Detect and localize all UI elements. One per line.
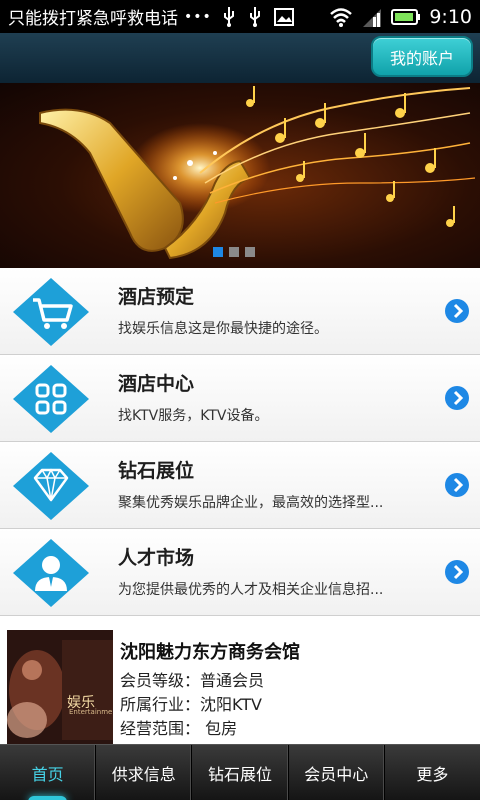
person-icon: [13, 539, 89, 607]
saxophone-banner-image: [39, 86, 476, 260]
image-subcaption: Entertainment: [69, 708, 113, 716]
carousel-dot[interactable]: [213, 247, 223, 257]
diamond-icon: [13, 452, 89, 520]
carousel-indicators: [213, 247, 255, 257]
ktv-room-photo: [7, 630, 113, 744]
list-item-diamond-booth[interactable]: 钻石展位 聚集优秀娱乐品牌企业，最高效的选择型...: [0, 442, 480, 529]
tab-home[interactable]: 首页: [0, 745, 97, 800]
bottom-tab-bar: 首页 供求信息 钻石展位 会员中心 更多: [0, 744, 480, 800]
company-scope: 经营范围： 包房: [120, 719, 238, 738]
list-item-subtitle: 找娱乐信息这是你最快捷的途径。: [118, 321, 328, 337]
company-card[interactable]: 娱乐 Entertainment 沈阳魅力东方商务会馆 会员等级：普通会员 所属…: [0, 618, 480, 744]
usb-icon: [223, 6, 234, 27]
app-header: 我的账户: [0, 33, 480, 83]
banner-carousel[interactable]: [0, 83, 480, 268]
service-list: 酒店预定 找娱乐信息这是你最快捷的途径。 酒店中心 找KTV服务，KTV设备。 …: [0, 268, 480, 616]
clock: 9:10: [429, 5, 472, 28]
list-item-title: 酒店预定: [118, 286, 195, 308]
tab-more[interactable]: 更多: [385, 745, 480, 800]
list-item-hotel-booking[interactable]: 酒店预定 找娱乐信息这是你最快捷的途径。: [0, 268, 480, 355]
company-member-level: 会员等级：普通会员: [120, 671, 265, 690]
chevron-right-icon[interactable]: [445, 386, 469, 410]
apps-grid-icon: [13, 365, 89, 433]
carousel-dot[interactable]: [245, 247, 255, 257]
notification-overflow: •••: [184, 8, 212, 25]
battery-icon: [391, 8, 421, 25]
chevron-right-icon[interactable]: [445, 299, 469, 323]
chevron-right-icon[interactable]: [445, 560, 469, 584]
my-account-button[interactable]: 我的账户: [371, 36, 473, 77]
image-notification-icon: [273, 7, 294, 26]
list-item-talent-market[interactable]: 人才市场 为您提供最优秀的人才及相关企业信息招...: [0, 529, 480, 616]
company-name: 沈阳魅力东方商务会馆: [120, 642, 300, 663]
wifi-icon: [330, 7, 353, 27]
status-bar: 只能拨打紧急呼救电话 ••• 9:10: [0, 0, 480, 33]
carousel-dot[interactable]: [229, 247, 239, 257]
chevron-right-icon[interactable]: [445, 473, 469, 497]
usb-debug-icon: [249, 6, 260, 27]
signal-icon: [363, 8, 382, 27]
list-item-subtitle: 聚集优秀娱乐品牌企业，最高效的选择型...: [118, 495, 384, 511]
company-industry: 所属行业：沈阳KTV: [120, 695, 262, 714]
list-item-title: 钻石展位: [118, 460, 195, 482]
list-item-title: 人才市场: [118, 547, 195, 569]
tab-member-center[interactable]: 会员中心: [289, 745, 385, 800]
cart-icon: [13, 278, 89, 346]
tab-diamond-booth[interactable]: 钻石展位: [192, 745, 289, 800]
carrier-status-text: 只能拨打紧急呼救电话: [8, 9, 178, 29]
list-item-title: 酒店中心: [118, 373, 195, 395]
list-item-hotel-center[interactable]: 酒店中心 找KTV服务，KTV设备。: [0, 355, 480, 442]
company-image: 娱乐 Entertainment: [7, 630, 113, 744]
list-item-subtitle: 为您提供最优秀的人才及相关企业信息招...: [118, 582, 384, 598]
tab-supply-demand[interactable]: 供求信息: [96, 745, 193, 800]
list-item-subtitle: 找KTV服务，KTV设备。: [118, 408, 269, 424]
